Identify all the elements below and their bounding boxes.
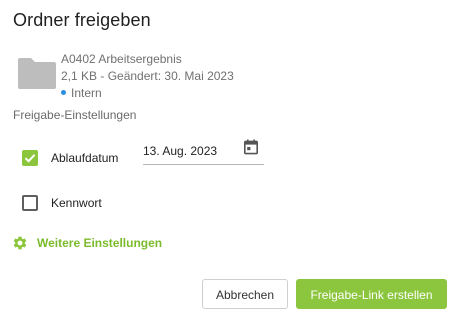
- more-settings-label[interactable]: Weitere Einstellungen: [37, 236, 162, 251]
- classification-label: Intern: [71, 86, 102, 100]
- password-checkbox[interactable]: [22, 195, 38, 211]
- create-share-link-button[interactable]: Freigabe-Link erstellen: [296, 279, 447, 309]
- expiry-date-value[interactable]: 13. Aug. 2023: [143, 144, 217, 159]
- expiry-checkbox[interactable]: [22, 150, 38, 166]
- dialog-title: Ordner freigeben: [13, 10, 151, 30]
- file-name: A0402 Arbeitsergebnis: [61, 52, 182, 66]
- gear-icon: [13, 236, 27, 250]
- classification-dot-icon: [61, 90, 66, 95]
- checkmark-icon: [24, 154, 36, 163]
- share-settings-heading: Freigabe-Einstellungen: [13, 108, 137, 122]
- folder-icon: [16, 54, 58, 90]
- share-folder-dialog: Ordner freigeben A0402 Arbeitsergebnis 2…: [0, 0, 460, 314]
- more-settings-link[interactable]: Weitere Einstellungen: [12, 234, 162, 252]
- file-meta: 2,1 KB - Geändert: 30. Mai 2023: [61, 69, 234, 83]
- password-label[interactable]: Kennwort: [51, 196, 102, 211]
- classification-badge: Intern: [61, 86, 102, 101]
- cancel-button[interactable]: Abbrechen: [202, 279, 288, 309]
- expiry-date-input[interactable]: 13. Aug. 2023: [143, 138, 264, 165]
- calendar-icon[interactable]: [243, 139, 259, 155]
- expiry-label[interactable]: Ablaufdatum: [51, 151, 118, 166]
